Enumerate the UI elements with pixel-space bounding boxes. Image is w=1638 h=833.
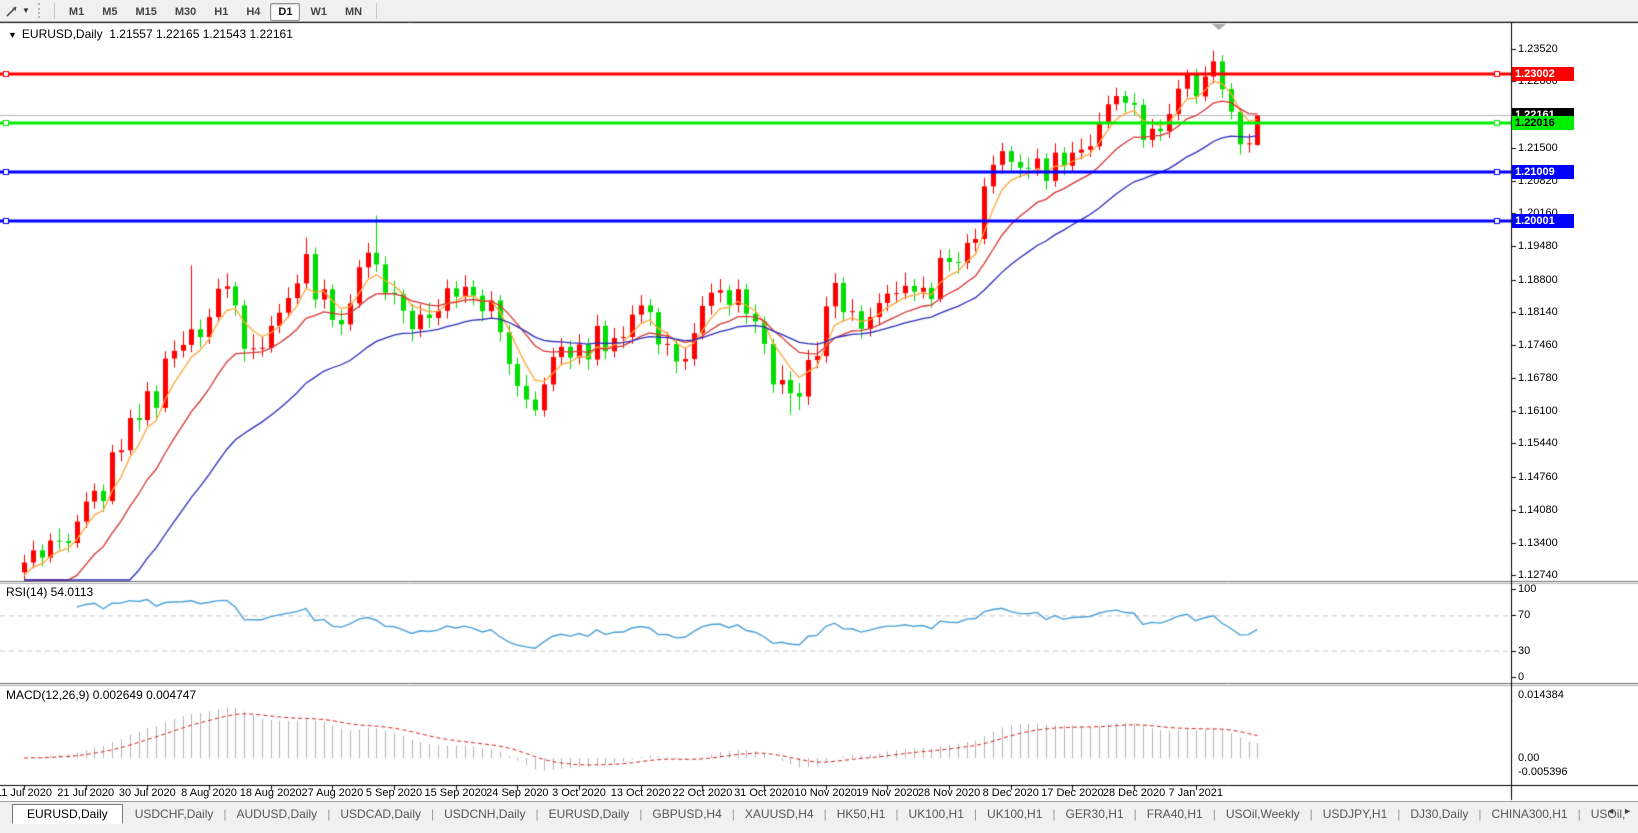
date-label: 5 Sep 2020 [365, 787, 423, 799]
price-tick: 1.23520 [1518, 43, 1558, 56]
date-label: 28 Nov 2020 [917, 787, 981, 799]
price-tick: 1.16780 [1518, 372, 1558, 385]
macd-tick: -0.005396 [1518, 766, 1568, 778]
timeframe-button-mn[interactable]: MN [337, 3, 370, 21]
price-tick: 1.16100 [1518, 405, 1558, 418]
date-label: 19 Nov 2020 [856, 787, 919, 799]
price-tick: 1.14760 [1518, 470, 1558, 483]
timeframe-button-h4[interactable]: H4 [238, 3, 268, 21]
toolbar-separator [53, 2, 55, 19]
timeframe-button-h1[interactable]: H1 [206, 3, 236, 21]
date-label: 11 Jul 2020 [0, 787, 53, 799]
mt4-window: ▼ M1 M5 M15 M30 H1 H4 D1 W1 MN ▼ EURUSD,Daily 1.2… [0, 0, 1638, 833]
date-label: 21 Jul 2020 [57, 787, 115, 799]
tab-xauusd-h4[interactable]: XAUUSD,H4 [735, 805, 824, 823]
date-label: 7 Jan 2021 [1168, 787, 1223, 799]
ohlc-high: 1.22165 [156, 27, 200, 41]
tab-usdjpy-h1[interactable]: USDJPY,H1 [1313, 805, 1397, 823]
price-tick: 1.12740 [1518, 569, 1558, 582]
date-label: 30 Jul 2020 [118, 787, 176, 799]
tab-gbpusd-h4[interactable]: GBPUSD,H4 [642, 805, 731, 823]
date-label: 31 Oct 2020 [734, 787, 794, 799]
tab-hk50-h1[interactable]: HK50,H1 [827, 805, 896, 823]
rsi-tick: 30 [1518, 644, 1531, 657]
date-label: 8 Aug 2020 [181, 787, 237, 799]
chart-tabs: EURUSD,Daily USDCHF,Daily | AUDUSD,Daily | US… [12, 804, 1635, 824]
collapse-triangle-icon[interactable]: ▼ [8, 30, 17, 40]
date-label: 17 Dec 2020 [1041, 787, 1104, 799]
tab-dj30-daily[interactable]: DJ30,Daily [1400, 805, 1478, 823]
tab-uk100-h1[interactable]: UK100,H1 [977, 805, 1052, 823]
ohlc-close: 1.22161 [249, 27, 293, 41]
timeframe-button-d1[interactable]: D1 [270, 2, 301, 21]
tab-scroll-left-icon[interactable]: ◄ [1606, 806, 1615, 816]
rsi-tick: 0 [1518, 671, 1525, 683]
date-label: 13 Oct 2020 [610, 787, 671, 799]
macd-label: MACD(12,26,9) 0.002649 0.004747 [6, 688, 197, 702]
tab-usdcnh-daily[interactable]: USDCNH,Daily [434, 805, 535, 823]
tab-ger30-h1[interactable]: GER30,H1 [1056, 805, 1134, 823]
tab-scroll-right-icon[interactable]: ► [1623, 806, 1632, 816]
timeframe-button-m30[interactable]: M30 [167, 3, 204, 21]
date-label: 18 Aug 2020 [239, 787, 302, 799]
ohlc-open: 1.21557 [109, 27, 153, 41]
timeframe-button-m5[interactable]: M5 [94, 3, 125, 21]
date-label: 28 Dec 2020 [1102, 787, 1166, 799]
macd-tick: 0.00 [1518, 752, 1540, 764]
timeframe-buttons: M1 M5 M15 M30 H1 H4 D1 W1 MN [60, 2, 371, 21]
price-tick: 1.21500 [1518, 141, 1558, 154]
price-tick: 1.13400 [1518, 537, 1558, 550]
hline-label-1.23002: 1.23002 [1512, 67, 1574, 82]
symbol-label: EURUSD,Daily [21, 27, 103, 41]
date-label: 8 Dec 2020 [982, 787, 1039, 799]
tab-eurusd-daily[interactable]: EURUSD,Daily [12, 804, 123, 824]
tab-scroll-arrows: ◄ ► [1606, 806, 1632, 816]
tab-fra40-h1[interactable]: FRA40,H1 [1137, 805, 1213, 823]
timeframe-button-w1[interactable]: W1 [302, 3, 335, 21]
toolbar-grip[interactable] [37, 3, 45, 18]
toolbar-separator [376, 2, 378, 19]
chart-title: ▼ EURUSD,Daily 1.21557 1.22165 1.21543 1.… [8, 27, 293, 41]
rsi-tick: 100 [1518, 583, 1537, 595]
date-label: 27 Aug 2020 [301, 787, 364, 799]
crosshair-cursor-icon[interactable] [2, 2, 22, 19]
timeframe-toolbar: ▼ M1 M5 M15 M30 H1 H4 D1 W1 MN [0, 0, 1638, 22]
date-label: 15 Sep 2020 [424, 787, 487, 799]
chart-canvas[interactable] [0, 0, 1638, 833]
tab-eurusd-daily[interactable]: EURUSD,Daily [539, 805, 640, 823]
tab-usdcad-daily[interactable]: USDCAD,Daily [330, 805, 431, 823]
rsi-tick: 70 [1518, 609, 1531, 622]
price-tick: 1.18800 [1518, 273, 1558, 286]
hline-label-1.20001: 1.20001 [1512, 213, 1574, 228]
tab-china300-h1[interactable]: CHINA300,H1 [1482, 805, 1578, 823]
chart-tab-bar: EURUSD,Daily USDCHF,Daily | AUDUSD,Daily | US… [0, 801, 1638, 833]
date-label: 22 Oct 2020 [672, 787, 733, 799]
macd-tick: 0.014384 [1518, 689, 1564, 701]
ohlc-low: 1.21543 [202, 27, 247, 41]
rsi-label: RSI(14) 54.0113 [6, 585, 94, 599]
date-label: 10 Nov 2020 [794, 787, 857, 799]
timeframe-button-m1[interactable]: M1 [61, 3, 92, 21]
tab-usdchf-daily[interactable]: USDCHF,Daily [125, 805, 224, 823]
tab-uk100-h1[interactable]: UK100,H1 [899, 805, 974, 823]
date-label: 3 Oct 2020 [552, 787, 606, 799]
tab-audusd-daily[interactable]: AUDUSD,Daily [227, 805, 328, 823]
hline-label-1.21009: 1.21009 [1512, 164, 1574, 179]
price-tick: 1.19480 [1518, 240, 1558, 253]
hline-label-1.22016: 1.22016 [1512, 115, 1574, 130]
chevron-down-icon[interactable]: ▼ [22, 6, 30, 15]
price-tick: 1.14080 [1518, 503, 1558, 516]
price-tick: 1.18140 [1518, 305, 1558, 318]
tab-usoil-weekly[interactable]: USOil,Weekly [1216, 805, 1310, 823]
price-tick: 1.17460 [1518, 338, 1558, 351]
date-label: 24 Sep 2020 [486, 787, 549, 799]
timeframe-button-m15[interactable]: M15 [127, 3, 164, 21]
price-tick: 1.15440 [1518, 437, 1558, 450]
